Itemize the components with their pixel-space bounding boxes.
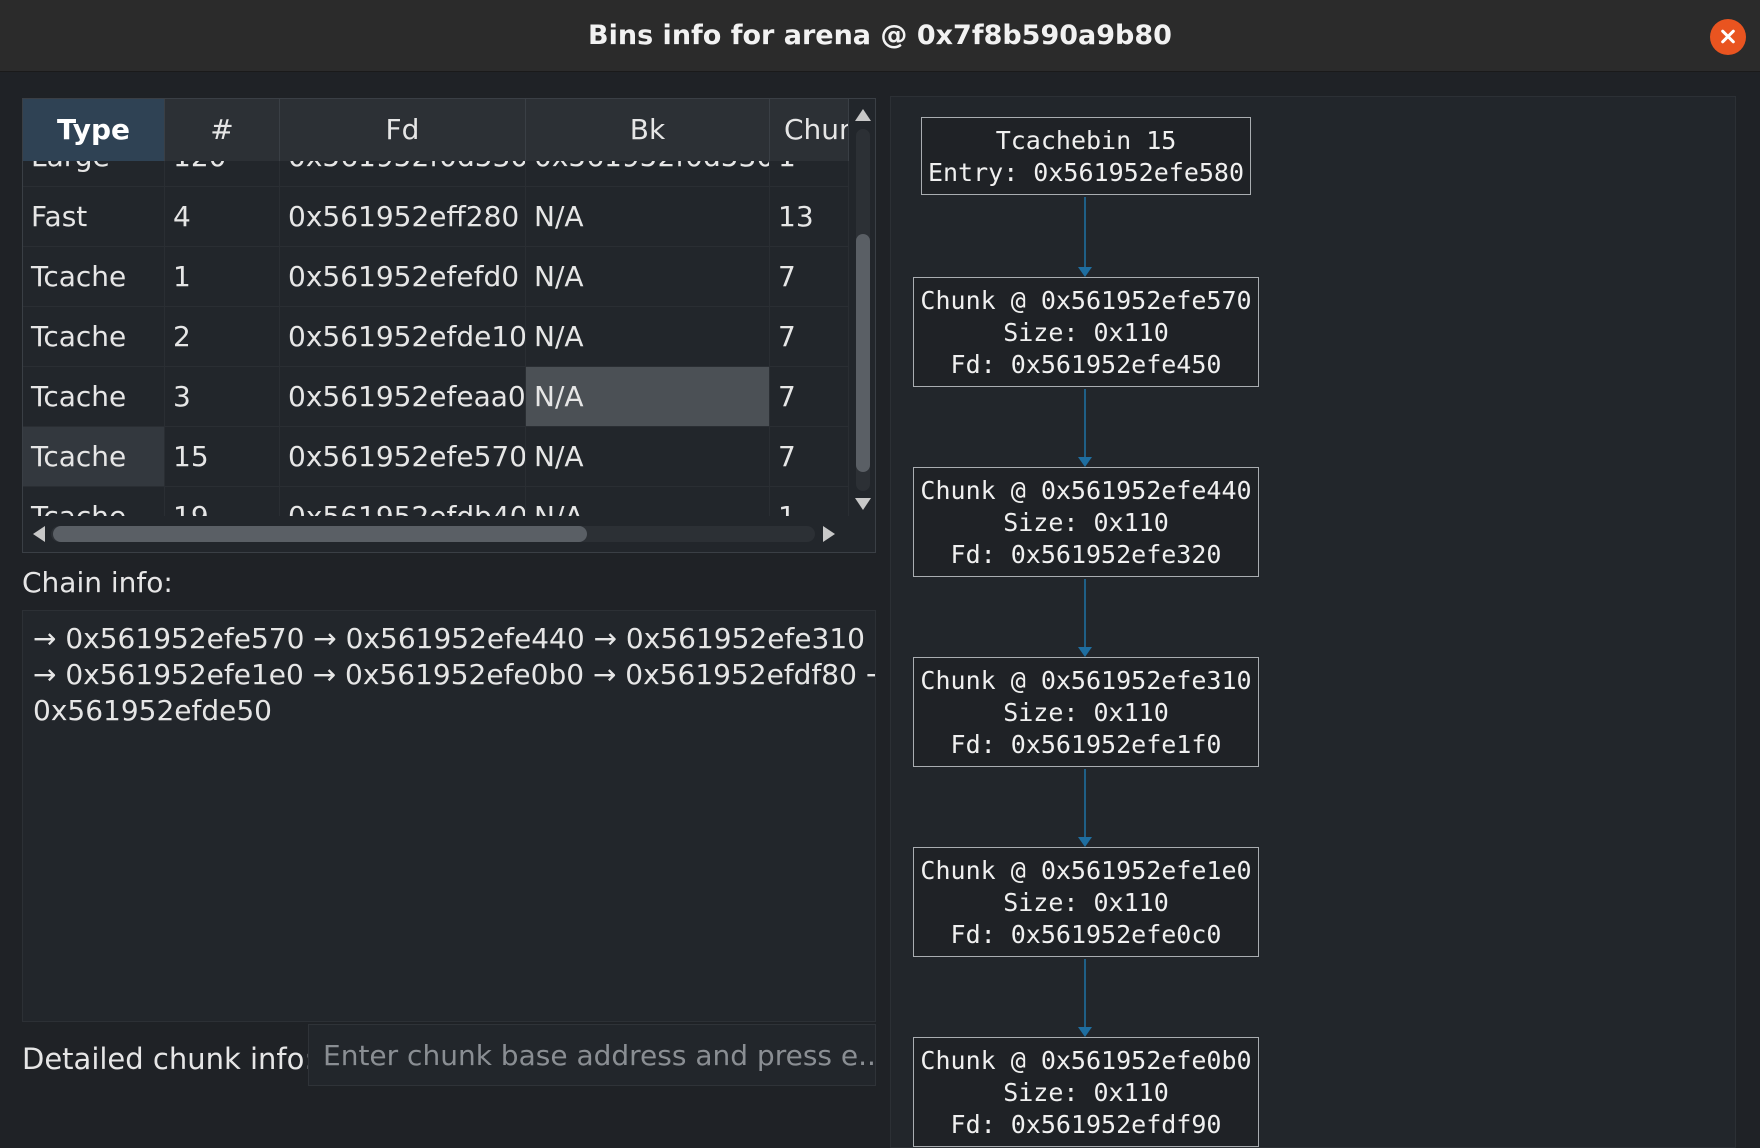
arrow-down-icon <box>1078 1027 1092 1037</box>
type-cell[interactable]: Large <box>23 161 165 186</box>
chain-graph[interactable]: Tcachebin 15 Entry: 0x561952efe580 Chunk … <box>890 96 1736 1148</box>
chunk-node[interactable]: Chunk @ 0x561952efe440 Size: 0x110 Fd: 0… <box>913 467 1259 577</box>
type-cell[interactable]: Tcache <box>23 427 165 486</box>
bk-cell[interactable]: N/A <box>526 367 770 426</box>
table-header: Type # Fd Bk Chunks <box>23 99 849 161</box>
column-header-count[interactable]: # <box>165 99 280 161</box>
count-cell[interactable]: 120 <box>165 161 280 186</box>
fd-cell[interactable]: 0x561952efde10 <box>280 307 526 366</box>
table-row[interactable]: Fast 4 0x561952eff280 N/A 13 <box>23 187 849 247</box>
fd-cell[interactable]: 0x561952efeaa0 <box>280 367 526 426</box>
column-header-fd[interactable]: Fd <box>280 99 526 161</box>
bk-cell[interactable]: 0x561952f0d530 <box>526 161 770 186</box>
type-cell[interactable]: Tcache <box>23 307 165 366</box>
chain-arrow-line <box>1084 579 1086 647</box>
table-row[interactable]: Large1200x561952f0d5300x561952f0d5301 <box>23 161 849 187</box>
chain-line: → 0x561952efe570 → 0x561952efe440 → 0x56… <box>33 622 865 655</box>
table-row[interactable]: Tcache 1 0x561952efefd0 N/A 7 <box>23 247 849 307</box>
chunk-node[interactable]: Chunk @ 0x561952efe0b0 Size: 0x110 Fd: 0… <box>913 1037 1259 1147</box>
type-cell[interactable]: Fast <box>23 187 165 246</box>
chain-arrow-line <box>1084 197 1086 267</box>
count-cell[interactable]: 4 <box>165 187 280 246</box>
chain-arrow-line <box>1084 769 1086 837</box>
count-cell[interactable]: 15 <box>165 427 280 486</box>
bins-table: Type # Fd Bk Chunks Large1200x561952f0d5… <box>22 98 876 553</box>
horizontal-scrollbar[interactable] <box>23 516 849 552</box>
chunk-node[interactable]: Chunk @ 0x561952efe310 Size: 0x110 Fd: 0… <box>913 657 1259 767</box>
table-row[interactable]: Tcache190x561952efdb40N/A1 <box>23 487 849 516</box>
bk-cell[interactable]: N/A <box>526 487 770 516</box>
chunks-cell[interactable]: 1 <box>770 161 849 186</box>
table-row[interactable]: Tcache 2 0x561952efde10 N/A 7 <box>23 307 849 367</box>
table-row[interactable]: Tcache 3 0x561952efeaa0 N/A 7 <box>23 367 849 427</box>
bk-cell[interactable]: N/A <box>526 247 770 306</box>
scroll-left-icon[interactable] <box>33 526 45 542</box>
scroll-right-icon[interactable] <box>823 526 835 542</box>
chunks-cell[interactable]: 13 <box>770 187 849 246</box>
detailed-chunk-info-label: Detailed chunk info: <box>22 1042 315 1076</box>
chain-line: 0x561952efde50 <box>33 694 272 727</box>
fd-cell[interactable]: 0x561952f0d530 <box>280 161 526 186</box>
chunks-cell[interactable]: 7 <box>770 427 849 486</box>
window-title: Bins info for arena @ 0x7f8b590a9b80 <box>588 20 1172 51</box>
chain-info-label: Chain info: <box>22 566 173 599</box>
type-cell[interactable]: Tcache <box>23 487 165 516</box>
bk-cell[interactable]: N/A <box>526 187 770 246</box>
fd-cell[interactable]: 0x561952efdb40 <box>280 487 526 516</box>
arrow-down-icon <box>1078 837 1092 847</box>
arrow-down-icon <box>1078 647 1092 657</box>
vertical-scrollbar[interactable] <box>851 99 875 516</box>
chain-arrow-line <box>1084 959 1086 1027</box>
chain-line: → 0x561952efe1e0 → 0x561952efe0b0 → 0x56… <box>33 658 876 691</box>
column-header-type[interactable]: Type <box>23 99 165 161</box>
chain-info-text[interactable]: → 0x561952efe570 → 0x561952efe440 → 0x56… <box>22 610 876 1022</box>
fd-cell[interactable]: 0x561952eff280 <box>280 187 526 246</box>
table-row[interactable]: Tcache 15 0x561952efe570 N/A 7 <box>23 427 849 487</box>
chunk-node[interactable]: Chunk @ 0x561952efe570 Size: 0x110 Fd: 0… <box>913 277 1259 387</box>
chunks-cell[interactable]: 7 <box>770 367 849 426</box>
chunks-cell[interactable]: 7 <box>770 247 849 306</box>
column-header-bk[interactable]: Bk <box>526 99 770 161</box>
fd-cell[interactable]: 0x561952efefd0 <box>280 247 526 306</box>
count-cell[interactable]: 2 <box>165 307 280 366</box>
chunks-cell[interactable]: 7 <box>770 307 849 366</box>
fd-cell[interactable]: 0x561952efe570 <box>280 427 526 486</box>
close-icon[interactable] <box>1710 19 1746 55</box>
arrow-down-icon <box>1078 457 1092 467</box>
scroll-up-icon[interactable] <box>855 109 871 121</box>
title-bar: Bins info for arena @ 0x7f8b590a9b80 <box>0 0 1760 72</box>
chunk-address-input[interactable] <box>308 1024 876 1086</box>
count-cell[interactable]: 19 <box>165 487 280 516</box>
arrow-down-icon <box>1078 267 1092 277</box>
scroll-thumb[interactable] <box>53 526 587 542</box>
bk-cell[interactable]: N/A <box>526 427 770 486</box>
dialog-content: Type # Fd Bk Chunks Large1200x561952f0d5… <box>0 72 1760 1148</box>
type-cell[interactable]: Tcache <box>23 367 165 426</box>
bk-cell[interactable]: N/A <box>526 307 770 366</box>
column-header-chunks[interactable]: Chunks <box>770 99 849 161</box>
count-cell[interactable]: 3 <box>165 367 280 426</box>
tcachebin-node[interactable]: Tcachebin 15 Entry: 0x561952efe580 <box>921 117 1251 195</box>
chain-arrow-line <box>1084 389 1086 457</box>
chunk-node[interactable]: Chunk @ 0x561952efe1e0 Size: 0x110 Fd: 0… <box>913 847 1259 957</box>
chunks-cell[interactable]: 1 <box>770 487 849 516</box>
scroll-down-icon[interactable] <box>855 498 871 510</box>
type-cell[interactable]: Tcache <box>23 247 165 306</box>
count-cell[interactable]: 1 <box>165 247 280 306</box>
scroll-thumb[interactable] <box>856 234 870 472</box>
table-body: Large1200x561952f0d5300x561952f0d5301Fas… <box>23 161 849 516</box>
